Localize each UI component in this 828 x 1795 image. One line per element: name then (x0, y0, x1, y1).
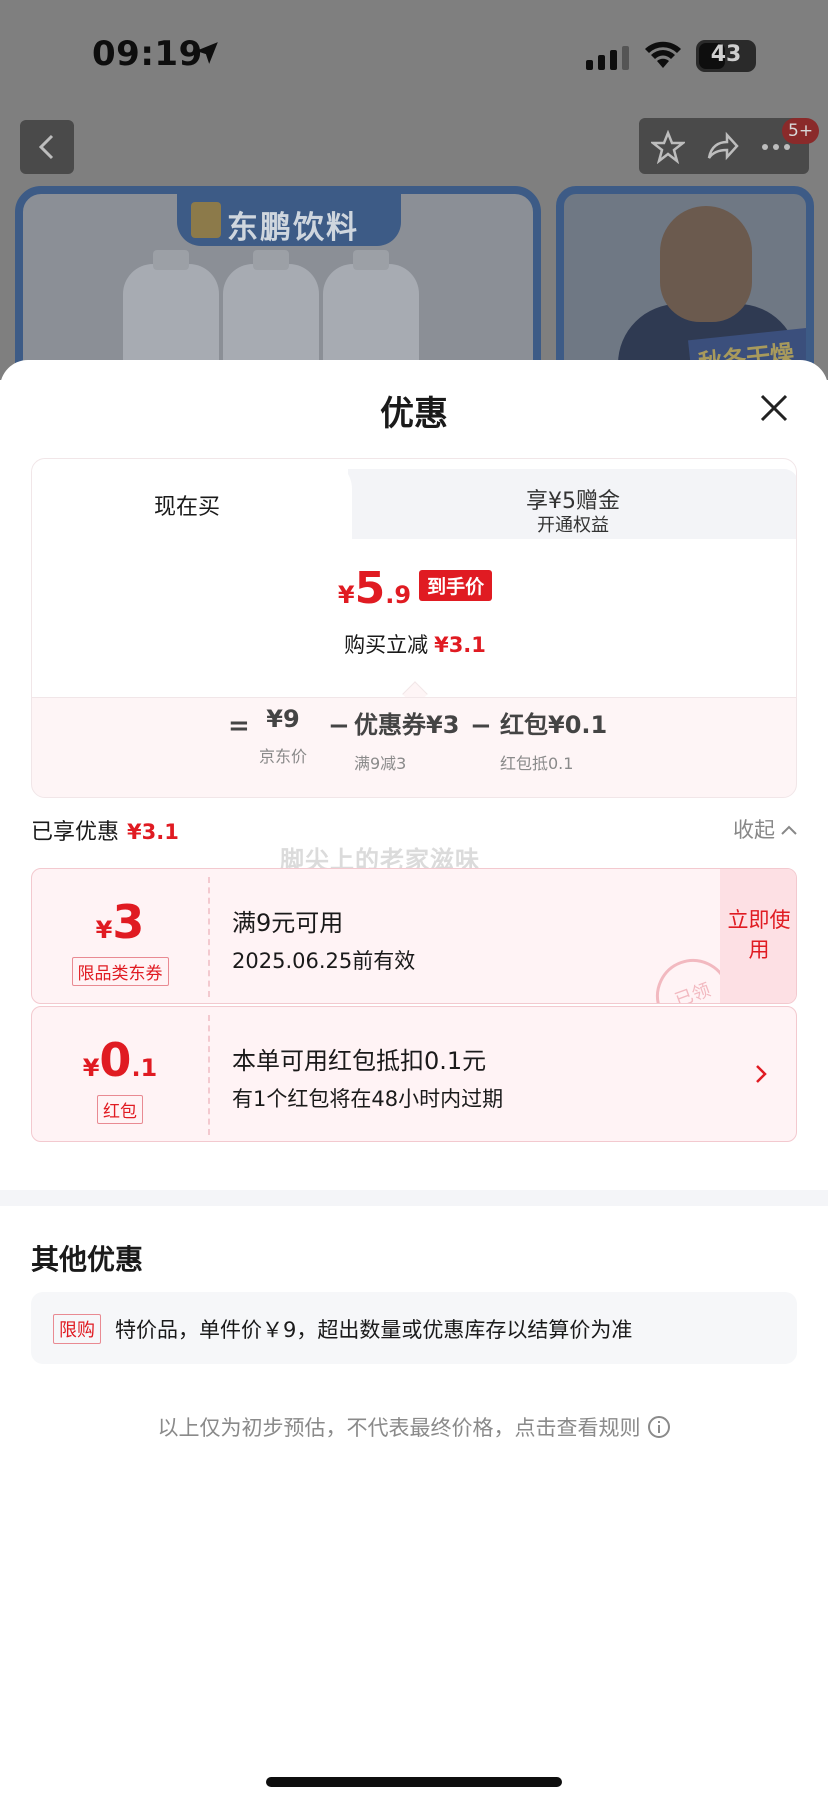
minus-sign: − (328, 711, 350, 741)
brand-name: 东鹏饮料 (227, 210, 359, 246)
red-packet-caption: 红包抵0.1 (500, 754, 574, 773)
red-packet-title: 本单可用红包抵扣0.1元 (232, 1047, 487, 1075)
enjoyed-amount: ¥3.1 (127, 820, 179, 844)
wifi-icon (645, 41, 681, 68)
notification-badge: 5+ (782, 118, 820, 144)
other-discount-item: 限购 特价品，单件价￥9，超出数量或优惠库存以结算价为准 (31, 1292, 797, 1364)
minus-sign: − (470, 711, 492, 741)
limit-purchase-tag: 限购 (53, 1314, 101, 1344)
ambassador-banner: 秋冬干燥 (556, 186, 814, 380)
coupon-value: 优惠券¥3 (354, 711, 460, 739)
home-indicator (266, 1777, 562, 1787)
jd-price-value: ¥9 (266, 705, 300, 733)
section-divider (0, 1190, 828, 1206)
coupon-amount: ¥3 (32, 895, 208, 949)
breakdown-coupon: 优惠券¥3 满9减3 (354, 705, 474, 785)
divider (32, 697, 796, 698)
red-packet-amount-block: ¥0.1 红包 (32, 1007, 208, 1141)
red-packet-amount: ¥0.1 (32, 1033, 208, 1087)
dashed-divider (208, 877, 210, 997)
back-button[interactable] (20, 120, 74, 174)
price-disclaimer[interactable]: 以上仅为初步预估，不代表最终价格，点击查看规则 (0, 1412, 828, 1442)
saving-amount: ¥3.1 (434, 633, 486, 657)
final-price-integer: 5 (354, 563, 386, 614)
final-price: ¥5.9 到手价 (32, 563, 796, 614)
red-packet-currency: ¥ (82, 1054, 100, 1082)
disclaimer-text: 以上仅为初步预估，不代表最终价格，点击查看规则 (157, 1416, 641, 1440)
red-packet-amount-int: 0 (99, 1033, 132, 1087)
final-price-tag: 到手价 (419, 570, 493, 601)
saving-label: 购买立减 (344, 633, 429, 657)
price-card-body: 享¥5赠金 开通权益 现在买 ¥5.9 到手价 购买立减 ¥3.1 = ¥9 京东价 (31, 458, 797, 798)
final-price-decimal: .9 (385, 581, 412, 609)
enjoyed-label: 已享优惠 (31, 820, 120, 845)
tab-buy-now-label: 现在买 (153, 495, 220, 520)
location-arrow-icon (196, 42, 218, 64)
tab-bonus-sublabel: 开通权益 (537, 515, 609, 536)
info-icon[interactable] (647, 1415, 671, 1439)
breakdown-red-packet: 红包¥0.1 红包抵0.1 (500, 705, 620, 785)
price-card: 享¥5赠金 开通权益 现在买 ¥5.9 到手价 购买立减 ¥3.1 = ¥9 京东价 (31, 458, 797, 798)
red-packet-card[interactable]: ¥0.1 红包 本单可用红包抵扣0.1元 有1个红包将在48小时内过期 (31, 1006, 797, 1142)
coupon-caption: 满9减3 (354, 754, 407, 773)
status-time: 09:19 (92, 34, 203, 74)
coupon-type-tag: 限品类东券 (71, 957, 169, 986)
product-banner: 东鹏饮料 (15, 186, 541, 380)
final-price-currency: ¥ (337, 581, 355, 609)
sheet-title: 优惠 (380, 394, 448, 434)
red-packet-amount-dec: .1 (131, 1054, 158, 1082)
use-now-button[interactable]: 立即使用 (720, 869, 796, 1003)
coupon-amount-value: 3 (112, 895, 145, 949)
coupon-amount-block: ¥3 限品类东券 (32, 869, 208, 1003)
tab-bonus[interactable]: 享¥5赠金 开通权益 (348, 469, 796, 539)
red-packet-value: 红包¥0.1 (500, 711, 608, 739)
close-icon[interactable] (756, 390, 792, 426)
coupon-condition: 满9元可用 (232, 909, 344, 937)
red-packet-expiry: 有1个红包将在48小时内过期 (232, 1087, 504, 1111)
person-portrait (660, 206, 752, 322)
saving-line: 购买立减 ¥3.1 (32, 629, 796, 659)
battery-level: 43 (710, 42, 742, 67)
other-discounts-title: 其他优惠 (31, 1243, 144, 1276)
discount-sheet: 优惠 享¥5赠金 开通权益 现在买 ¥5.9 到手价 购买立减 ¥3.1 = ¥… (0, 360, 828, 1795)
brand-logo (191, 202, 221, 238)
breakdown-jd-price: ¥9 京东价 (228, 705, 338, 785)
collapse-button[interactable]: 收起 (733, 814, 797, 844)
brand-tag: 东鹏饮料 (177, 194, 401, 246)
share-icon[interactable] (705, 130, 739, 164)
red-packet-tag: 红包 (97, 1095, 143, 1124)
coupon-card: ¥3 限品类东券 满9元可用 2025.06.25前有效 已领 立即使用 (31, 868, 797, 1004)
chevron-up-icon (781, 825, 797, 835)
battery-icon: 43 (696, 40, 756, 72)
status-bar: 09:19 43 (0, 0, 828, 110)
chevron-right-icon (756, 1065, 767, 1083)
coupon-validity: 2025.06.25前有效 (232, 949, 416, 973)
tab-buy-now[interactable]: 现在买 (32, 459, 352, 539)
collapse-label: 收起 (733, 818, 775, 842)
coupon-currency: ¥ (95, 916, 113, 944)
other-discount-text: 特价品，单件价￥9，超出数量或优惠库存以结算价为准 (115, 1318, 633, 1342)
jd-price-caption: 京东价 (258, 747, 307, 766)
cellular-signal-icon (586, 46, 629, 70)
background-page: 09:19 43 5+ 东鹏饮料 秋冬干燥 (0, 0, 828, 380)
star-icon[interactable] (651, 130, 685, 164)
dashed-divider (208, 1015, 210, 1135)
chevron-left-icon (38, 134, 54, 160)
pointer-notch (402, 681, 428, 707)
